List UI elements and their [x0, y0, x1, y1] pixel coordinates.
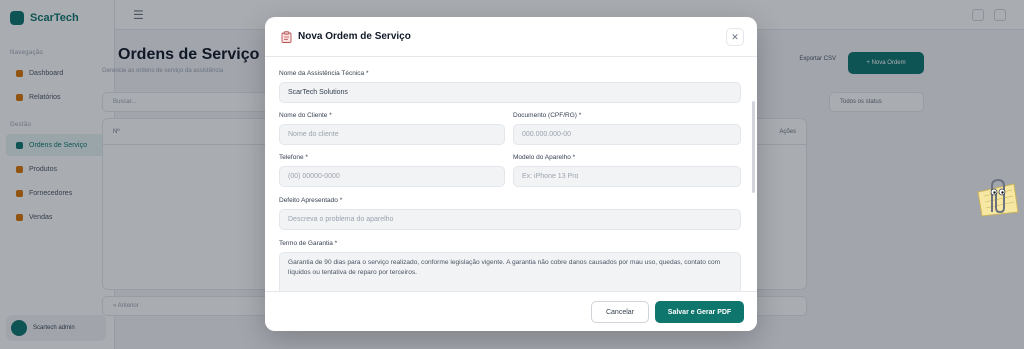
clippy-assistant-icon[interactable]: [972, 178, 1020, 218]
device-model-label: Modelo do Aparelho *: [513, 154, 576, 161]
modal-title: Nova Ordem de Serviço: [281, 30, 411, 43]
assistance-name-label: Nome da Assistência Técnica *: [279, 70, 369, 77]
device-model-input[interactable]: Ex: iPhone 13 Pro: [513, 166, 741, 187]
warranty-textarea[interactable]: Garantia de 90 dias para o serviço reali…: [279, 252, 741, 291]
defect-input[interactable]: Descreva o problema do aparelho: [279, 209, 741, 230]
modal-header: Nova Ordem de Serviço ✕: [265, 17, 757, 57]
phone-label: Telefone *: [279, 154, 308, 161]
close-icon: ✕: [731, 31, 739, 42]
close-button[interactable]: ✕: [726, 28, 744, 46]
modal-footer: Cancelar Salvar e Gerar PDF: [265, 291, 757, 331]
assistance-name-input[interactable]: ScarTech Solutions: [279, 82, 741, 103]
phone-input[interactable]: (00) 00000-0000: [279, 166, 505, 187]
document-label: Documento (CPF/RG) *: [513, 112, 582, 119]
modal-scrollbar[interactable]: [752, 101, 755, 193]
document-input[interactable]: 000.000.000-00: [513, 124, 741, 145]
client-name-input[interactable]: Nome do cliente: [279, 124, 505, 145]
modal-title-text: Nova Ordem de Serviço: [298, 31, 411, 42]
defect-label: Defeito Apresentado *: [279, 197, 343, 204]
client-name-label: Nome do Cliente *: [279, 112, 332, 119]
clipboard-icon: [281, 30, 292, 43]
modal-body[interactable]: Nome da Assistência Técnica * ScarTech S…: [265, 57, 757, 291]
new-service-order-modal: Nova Ordem de Serviço ✕ Nome da Assistên…: [265, 17, 757, 331]
warranty-label: Termo de Garantia *: [279, 240, 338, 247]
save-and-generate-pdf-button[interactable]: Salvar e Gerar PDF: [655, 301, 744, 323]
cancel-button[interactable]: Cancelar: [591, 301, 649, 323]
